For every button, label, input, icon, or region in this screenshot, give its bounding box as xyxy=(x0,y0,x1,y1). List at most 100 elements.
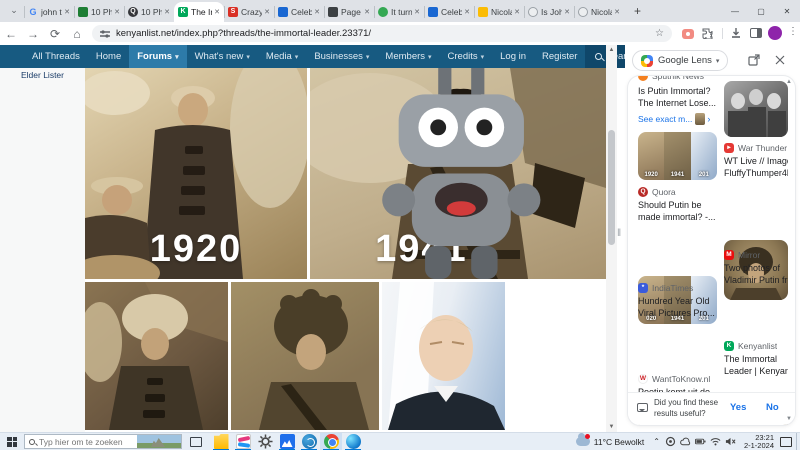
maximize-button[interactable]: ▢ xyxy=(748,7,774,16)
result-title[interactable]: made immortal? -... xyxy=(638,211,717,223)
downloads-icon[interactable] xyxy=(730,27,742,39)
lens-selector-button[interactable]: Google Lens ▾ xyxy=(632,50,729,71)
browser-tab[interactable]: Celebr ✕ xyxy=(424,2,474,22)
extension-icon[interactable] xyxy=(682,29,694,39)
taskbar-paint[interactable] xyxy=(232,433,254,450)
result-title[interactable]: Is Putin Immortal? xyxy=(638,85,717,97)
result-title[interactable]: The Immortal xyxy=(724,353,788,365)
nav-businesses[interactable]: Businesses ▾ xyxy=(306,45,377,68)
tab-close-icon[interactable]: ✕ xyxy=(264,8,270,16)
browser-tab[interactable]: It turn ✕ xyxy=(374,2,424,22)
nav-members[interactable]: Members ▾ xyxy=(377,45,439,68)
photo-1941-tanker-closeup[interactable] xyxy=(231,282,379,430)
taskbar-file-explorer[interactable] xyxy=(210,433,232,450)
result-title[interactable]: Vladimir Putin fro... xyxy=(724,274,788,286)
security-tray-icon[interactable] xyxy=(665,436,676,447)
taskbar-photos[interactable] xyxy=(276,433,298,450)
onedrive-cloud-icon[interactable] xyxy=(680,436,691,447)
lens-result-source[interactable]: W WantToKnow.nl xyxy=(638,373,717,385)
log-in-link[interactable]: Log in xyxy=(492,45,534,68)
card-scroll-down-icon[interactable]: ▼ xyxy=(786,416,792,422)
home-icon[interactable]: ⌂ xyxy=(66,27,88,41)
photo-1920-soldiers[interactable]: 1920 xyxy=(85,68,307,279)
browser-tab[interactable]: Page n ✕ xyxy=(324,2,374,22)
register-link[interactable]: Register xyxy=(534,45,585,68)
result-title[interactable]: Viral Pictures Pro... xyxy=(638,307,717,319)
page-scrollbar[interactable]: ▲ ▼ xyxy=(606,45,617,432)
task-view-icon[interactable] xyxy=(190,436,202,447)
back-icon[interactable]: ← xyxy=(0,27,22,41)
extensions-puzzle-icon[interactable] xyxy=(702,28,713,39)
photo-1941-tanker[interactable]: 1941 xyxy=(310,68,606,279)
tab-close-icon[interactable]: ✕ xyxy=(164,8,170,16)
profile-avatar[interactable] xyxy=(768,26,782,40)
site-settings-icon[interactable] xyxy=(100,29,110,39)
tab-close-icon[interactable]: ✕ xyxy=(114,8,120,16)
tray-chevron-icon[interactable]: ⌃ xyxy=(653,437,660,446)
tab-close-icon[interactable]: ✕ xyxy=(464,8,470,16)
close-panel-icon[interactable] xyxy=(774,54,786,66)
volume-muted-icon[interactable] xyxy=(725,436,736,447)
result-title[interactable]: Hundred Year Old xyxy=(638,295,717,307)
taskbar-clock[interactable]: 23:21 2-1-2024 xyxy=(744,433,774,450)
browser-tab[interactable]: Nicola ✕ xyxy=(574,2,624,22)
lens-result-source[interactable]: M Mirror xyxy=(724,249,788,261)
browser-tab[interactable]: G john t ✕ xyxy=(24,2,74,22)
nav-forums[interactable]: Forums ▾ xyxy=(129,45,187,68)
result-title[interactable]: Should Putin be xyxy=(638,199,717,211)
battery-icon[interactable] xyxy=(694,436,706,447)
tab-close-icon[interactable]: ✕ xyxy=(414,8,420,16)
url-input[interactable] xyxy=(116,28,652,39)
result-title[interactable]: FluffyThumper4k xyxy=(724,167,788,179)
taskbar-search-input[interactable] xyxy=(39,436,125,447)
nav-all-threads[interactable]: All Threads xyxy=(24,45,88,68)
lens-result-source[interactable]: Q Quora xyxy=(638,186,717,198)
action-center-icon[interactable] xyxy=(780,436,792,447)
see-exact-match-link[interactable]: See exact m... › xyxy=(638,113,717,125)
taskbar-search-box[interactable] xyxy=(24,434,182,449)
scrollbar-down-icon[interactable]: ▼ xyxy=(606,424,617,430)
window-close-button[interactable]: ✕ xyxy=(774,7,800,16)
result-image[interactable] xyxy=(724,81,788,137)
result-title[interactable]: WT Live // Image by xyxy=(724,155,788,167)
forward-icon[interactable]: → xyxy=(22,27,44,41)
wifi-icon[interactable] xyxy=(710,436,721,447)
taskbar-chrome[interactable] xyxy=(320,432,342,450)
tab-search-icon[interactable]: ⌄ xyxy=(6,3,22,19)
open-in-new-icon[interactable] xyxy=(748,54,760,66)
side-panel-resize-handle[interactable]: ‖ xyxy=(617,228,621,239)
tab-close-icon[interactable]: ✕ xyxy=(364,8,370,16)
address-bar[interactable]: ☆ xyxy=(92,25,672,42)
browser-tab-active[interactable]: K The Im ✕ xyxy=(174,2,224,22)
result-title[interactable]: Leader | Kenyanlist xyxy=(724,365,788,377)
browser-tab[interactable]: 10 Pho ✕ xyxy=(74,2,124,22)
nav-whats-new[interactable]: What's new ▾ xyxy=(187,45,258,68)
side-panel-icon[interactable] xyxy=(750,28,762,38)
result-title[interactable]: Two photos of xyxy=(724,262,788,274)
browser-tab[interactable]: Is Joh ✕ xyxy=(524,2,574,22)
browser-tab[interactable]: Q 10 Pho ✕ xyxy=(124,2,174,22)
tab-close-icon[interactable]: ✕ xyxy=(514,8,520,16)
taskbar-your-phone[interactable] xyxy=(298,433,320,450)
browser-tab[interactable]: Nicola ✕ xyxy=(474,2,524,22)
show-desktop-button[interactable] xyxy=(796,432,800,450)
photo-putin-modern[interactable] xyxy=(382,282,505,430)
taskbar-weather-widget[interactable]: 11°C Bewolkt xyxy=(575,433,644,447)
lens-result-source[interactable]: * IndiaTimes xyxy=(638,282,717,294)
browser-tab[interactable]: S Crazy ✕ xyxy=(224,2,274,22)
nav-media[interactable]: Media ▾ xyxy=(258,45,306,68)
new-tab-button[interactable]: + xyxy=(630,4,645,19)
tab-close-icon[interactable]: ✕ xyxy=(614,8,620,16)
minimize-button[interactable]: — xyxy=(722,7,748,16)
nav-home[interactable]: Home xyxy=(88,45,129,68)
lens-result-source[interactable]: K Kenyanlist xyxy=(724,340,788,352)
lens-result-source[interactable]: ▸ War Thunder xyxy=(724,142,788,154)
nav-credits[interactable]: Credits ▾ xyxy=(440,45,493,68)
start-button[interactable] xyxy=(0,433,24,450)
feedback-yes-button[interactable]: Yes xyxy=(730,402,746,413)
tab-close-icon[interactable]: ✕ xyxy=(64,8,70,16)
feedback-no-button[interactable]: No xyxy=(766,402,779,413)
tab-close-icon[interactable]: ✕ xyxy=(214,8,220,16)
browser-tab[interactable]: Celebr ✕ xyxy=(274,2,324,22)
result-image-collage[interactable]: 1920 1941 201 xyxy=(638,132,717,180)
